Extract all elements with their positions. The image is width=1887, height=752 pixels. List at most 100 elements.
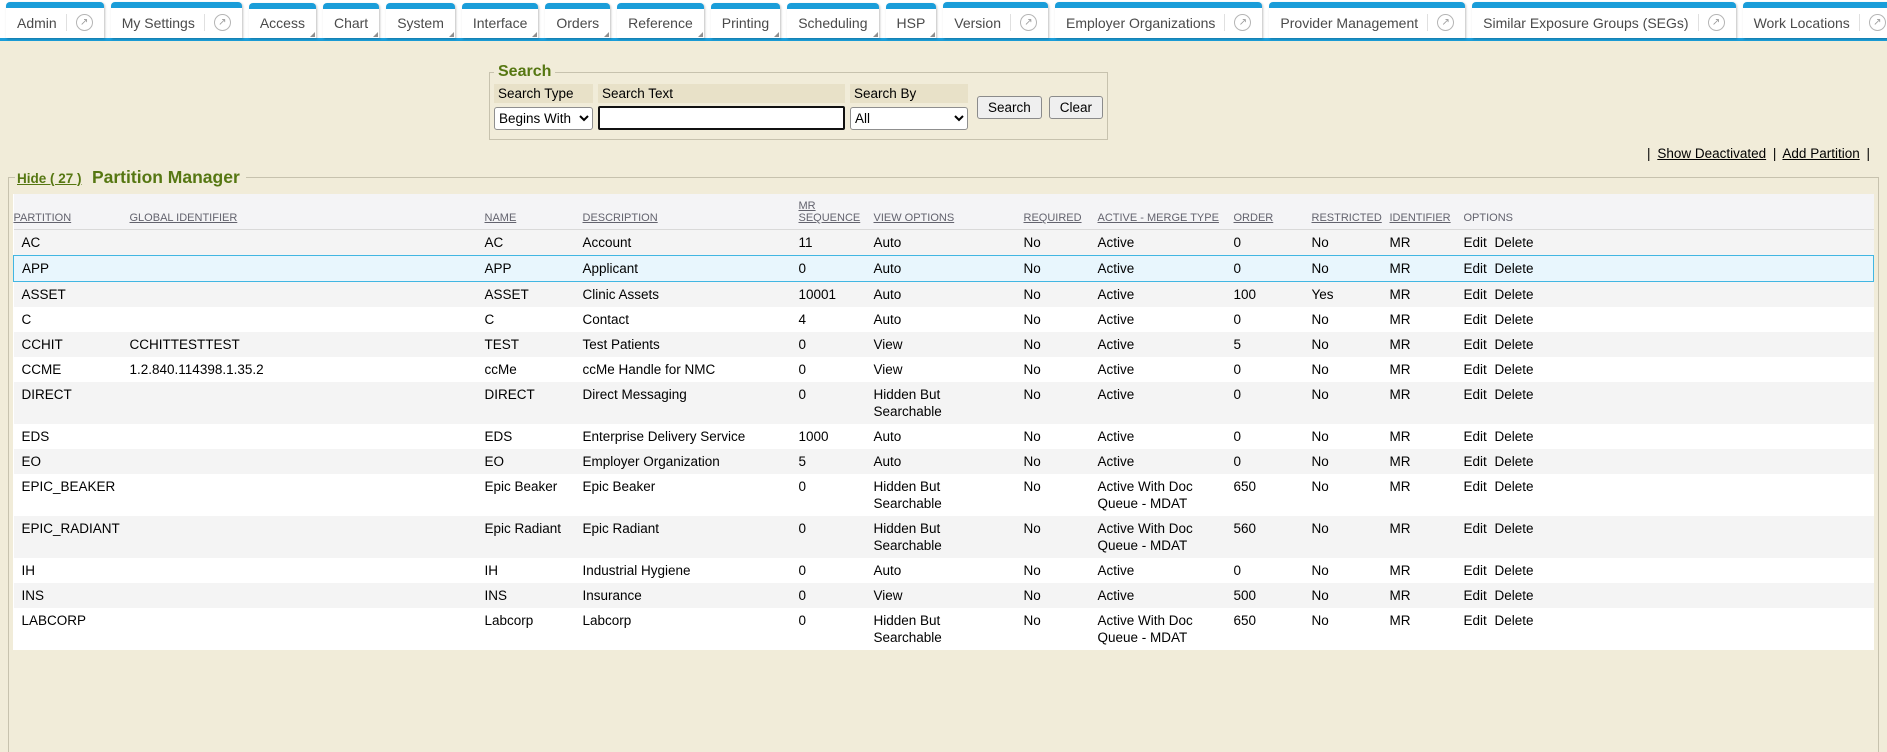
edit-link[interactable]: Edit [1464, 337, 1487, 352]
table-row[interactable]: EPIC_BEAKER Epic Beaker Epic Beaker 0 Hi… [14, 474, 1874, 516]
nav-tab[interactable]: Orders ↗ [545, 3, 610, 38]
delete-link[interactable]: Delete [1495, 479, 1534, 494]
show-deactivated-link[interactable]: Show Deactivated [1657, 146, 1766, 161]
add-partition-link[interactable]: Add Partition [1782, 146, 1859, 161]
nav-tab[interactable]: Employer Organizations ↗ [1055, 2, 1262, 38]
column-header-label[interactable]: ACTIVE - MERGE TYPE [1098, 212, 1219, 224]
edit-link[interactable]: Edit [1464, 521, 1487, 536]
table-row[interactable]: ASSET ASSET Clinic Assets 10001 Auto No … [14, 282, 1874, 308]
table-row[interactable]: EDS EDS Enterprise Delivery Service 1000… [14, 424, 1874, 449]
delete-link[interactable]: Delete [1495, 563, 1534, 578]
nav-tab[interactable]: Scheduling ↗ [787, 3, 878, 38]
table-row[interactable]: CCME 1.2.840.114398.1.35.2 ccMe ccMe Han… [14, 357, 1874, 382]
cell-mr-sequence: 0 [799, 516, 874, 558]
nav-tab[interactable]: Version ↗ [943, 2, 1048, 38]
clear-button[interactable]: Clear [1049, 96, 1103, 119]
cell-global-identifier [130, 516, 485, 558]
open-in-new-window-icon[interactable]: ↗ [1708, 14, 1725, 31]
table-row[interactable]: IH IH Industrial Hygiene 0 Auto No Activ… [14, 558, 1874, 583]
cell-required: No [1024, 256, 1098, 282]
table-row[interactable]: LABCORP Labcorp Labcorp 0 Hidden But Sea… [14, 608, 1874, 650]
search-type-select[interactable]: Begins With [494, 107, 593, 130]
column-header-label[interactable]: PARTITION [14, 212, 72, 224]
open-in-new-window-icon[interactable]: ↗ [1234, 14, 1251, 31]
nav-tab[interactable]: Access ↗ [249, 3, 316, 38]
column-header: MR SEQUENCE [799, 194, 874, 230]
table-row[interactable]: C C Contact 4 Auto No Active 0 No MR Edi… [14, 307, 1874, 332]
nav-tab[interactable]: My Settings ↗ [111, 2, 242, 38]
table-row[interactable]: DIRECT DIRECT Direct Messaging 0 Hidden … [14, 382, 1874, 424]
delete-link[interactable]: Delete [1495, 235, 1534, 250]
open-in-new-window-icon[interactable]: ↗ [214, 14, 231, 31]
search-button[interactable]: Search [977, 96, 1042, 119]
cell-view-options: Hidden But Searchable [874, 382, 1024, 424]
search-type-label: Search Type [494, 84, 593, 103]
search-by-select[interactable]: All [850, 107, 968, 130]
cell-active-merge-type: Active [1098, 558, 1234, 583]
edit-link[interactable]: Edit [1464, 563, 1487, 578]
edit-link[interactable]: Edit [1464, 287, 1487, 302]
nav-tab[interactable]: Work Locations ↗ [1743, 2, 1887, 38]
column-header-label[interactable]: DESCRIPTION [583, 212, 658, 224]
delete-link[interactable]: Delete [1495, 362, 1534, 377]
edit-link[interactable]: Edit [1464, 362, 1487, 377]
delete-link[interactable]: Delete [1495, 287, 1534, 302]
column-header-label[interactable]: OPTIONS [1464, 212, 1514, 224]
column-header-label[interactable]: RESTRICTED [1312, 212, 1382, 224]
delete-link[interactable]: Delete [1495, 429, 1534, 444]
search-text-input[interactable] [598, 106, 845, 130]
nav-tab[interactable]: HSP ↗ [886, 3, 937, 38]
delete-link[interactable]: Delete [1495, 613, 1534, 628]
nav-tab[interactable]: Provider Management ↗ [1269, 2, 1465, 38]
edit-link[interactable]: Edit [1464, 235, 1487, 250]
column-header-label[interactable]: ORDER [1234, 212, 1274, 224]
open-in-new-window-icon[interactable]: ↗ [1020, 14, 1037, 31]
cell-view-options: Hidden But Searchable [874, 608, 1024, 650]
edit-link[interactable]: Edit [1464, 588, 1487, 603]
column-header-label[interactable]: IDENTIFIER [1390, 212, 1451, 224]
delete-link[interactable]: Delete [1495, 312, 1534, 327]
table-row[interactable]: APP APP Applicant 0 Auto No Active 0 No … [14, 256, 1874, 282]
nav-tab[interactable]: System ↗ [386, 3, 455, 38]
open-in-new-window-icon[interactable]: ↗ [1869, 14, 1886, 31]
column-header-label[interactable]: GLOBAL IDENTIFIER [130, 212, 238, 224]
nav-tab[interactable]: Chart ↗ [323, 3, 379, 38]
table-row[interactable]: INS INS Insurance 0 View No Active 500 N… [14, 583, 1874, 608]
column-header-label[interactable]: NAME [485, 212, 517, 224]
open-in-new-window-icon[interactable]: ↗ [1437, 14, 1454, 31]
nav-tab[interactable]: Admin ↗ [6, 2, 104, 38]
edit-link[interactable]: Edit [1464, 312, 1487, 327]
table-row[interactable]: CCHIT CCHITTESTTEST TEST Test Patients 0… [14, 332, 1874, 357]
delete-link[interactable]: Delete [1495, 588, 1534, 603]
cell-mr-sequence: 0 [799, 332, 874, 357]
delete-link[interactable]: Delete [1495, 337, 1534, 352]
column-header: VIEW OPTIONS [874, 194, 1024, 230]
cell-description: Clinic Assets [583, 282, 799, 308]
delete-link[interactable]: Delete [1495, 521, 1534, 536]
open-in-new-window-icon[interactable]: ↗ [76, 14, 93, 31]
table-row[interactable]: EPIC_RADIANT Epic Radiant Epic Radiant 0… [14, 516, 1874, 558]
cell-view-options: Auto [874, 424, 1024, 449]
column-header-label[interactable]: MR SEQUENCE [799, 200, 861, 224]
nav-tab[interactable]: Reference ↗ [617, 3, 704, 38]
table-row[interactable]: EO EO Employer Organization 5 Auto No Ac… [14, 449, 1874, 474]
delete-link[interactable]: Delete [1495, 261, 1534, 276]
table-row[interactable]: AC AC Account 11 Auto No Active 0 No MR … [14, 230, 1874, 256]
column-header-label[interactable]: VIEW OPTIONS [874, 212, 955, 224]
delete-link[interactable]: Delete [1495, 454, 1534, 469]
cell-identifier: MR [1390, 449, 1464, 474]
edit-link[interactable]: Edit [1464, 387, 1487, 402]
nav-tab[interactable]: Interface ↗ [462, 3, 538, 38]
edit-link[interactable]: Edit [1464, 429, 1487, 444]
nav-tab[interactable]: Printing ↗ [711, 3, 780, 38]
cell-order: 0 [1234, 230, 1312, 256]
edit-link[interactable]: Edit [1464, 613, 1487, 628]
hide-count-link[interactable]: Hide ( 27 ) [17, 171, 82, 186]
edit-link[interactable]: Edit [1464, 261, 1487, 276]
delete-link[interactable]: Delete [1495, 387, 1534, 402]
edit-link[interactable]: Edit [1464, 479, 1487, 494]
edit-link[interactable]: Edit [1464, 454, 1487, 469]
nav-tab[interactable]: Similar Exposure Groups (SEGs) ↗ [1472, 2, 1735, 38]
cell-mr-sequence: 0 [799, 474, 874, 516]
column-header-label[interactable]: REQUIRED [1024, 212, 1082, 224]
